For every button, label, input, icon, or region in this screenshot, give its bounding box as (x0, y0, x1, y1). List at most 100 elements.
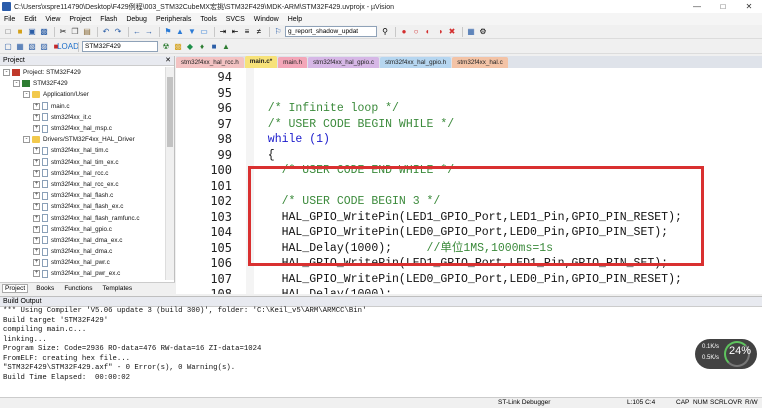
tree-item[interactable]: + stm32f4xx_hal_dma_ex.c (0, 235, 165, 246)
close-icon[interactable]: ✕ (736, 0, 762, 13)
tab-functions[interactable]: Functions (62, 285, 94, 292)
rebuild-icon[interactable]: ▧ (27, 42, 37, 52)
copy-icon[interactable]: ❐ (70, 27, 80, 37)
tree-item[interactable]: + stm32f4xx_hal_flash_ex.c (0, 201, 165, 212)
paste-icon[interactable]: ▤ (82, 27, 92, 37)
clear-breakpoints-icon[interactable]: ◐ (423, 27, 433, 37)
tree-item[interactable]: - STM32F429 (0, 78, 165, 89)
tree-item[interactable]: + stm32f4xx_it.c (0, 112, 165, 123)
bookmark-icon[interactable]: ⚑ (163, 27, 173, 37)
tree-item[interactable]: + stm32f4xx_hal_tim_ex.c (0, 157, 165, 168)
tree-item[interactable]: + stm32f4xx_hal_msp.c (0, 123, 165, 134)
clear-bookmarks-icon[interactable]: ▭ (199, 27, 209, 37)
expand-icon[interactable]: + (33, 203, 40, 211)
find-icon[interactable]: ⚲ (380, 27, 390, 37)
tab-project[interactable]: Project (2, 284, 29, 293)
find-in-files-icon[interactable]: ⚐ (273, 27, 283, 37)
menu-flash[interactable]: Flash (100, 16, 117, 23)
menu-help[interactable]: Help (288, 16, 302, 23)
target-select[interactable]: STM32F429 (82, 41, 158, 52)
undo-icon[interactable]: ↶ (101, 27, 111, 37)
save-all-icon[interactable]: ▩ (39, 27, 49, 37)
redo-icon[interactable]: ↷ (113, 27, 123, 37)
download-icon[interactable]: LOAD (57, 42, 79, 52)
tree-item[interactable]: - Project: STM32F429 (0, 67, 165, 78)
code-editor[interactable]: 94 95 96 /* Infinite loop */97 /* USER COD… (176, 68, 762, 294)
editor-tab[interactable]: main.h (278, 57, 308, 68)
tree-item[interactable]: + stm32f4xx_hal_flash.c (0, 190, 165, 201)
panel-close-icon[interactable]: ✕ (165, 56, 171, 66)
configure-icon[interactable]: ⚙ (478, 27, 488, 37)
nav-back-icon[interactable]: ← (132, 27, 142, 37)
menu-window[interactable]: Window (254, 16, 279, 23)
expand-icon[interactable]: + (33, 169, 40, 177)
collapse-icon[interactable]: - (3, 69, 10, 77)
menu-debug[interactable]: Debug (126, 16, 147, 23)
comment-icon[interactable]: ≡ (242, 27, 252, 37)
menu-edit[interactable]: Edit (24, 16, 36, 23)
editor-tab[interactable]: stm32f4xx_hal_gpio.c (308, 57, 379, 68)
tree-item[interactable]: + stm32f4xx_hal_dma.c (0, 246, 165, 257)
editor-tab[interactable]: stm32f4xx_hal_rcc.h (176, 57, 244, 68)
expand-icon[interactable]: + (33, 225, 40, 233)
maximize-icon[interactable]: □ (710, 0, 736, 13)
expand-icon[interactable]: + (33, 180, 40, 188)
tree-item[interactable]: + stm32f4xx_hal_tim.c (0, 145, 165, 156)
nav-forward-icon[interactable]: → (144, 27, 154, 37)
window-layout-icon[interactable]: ▦ (466, 27, 476, 37)
expand-icon[interactable]: + (33, 259, 40, 267)
pack-installer-icon[interactable]: ■ (209, 42, 219, 52)
tree-item[interactable]: - Application/User (0, 89, 165, 100)
expand-icon[interactable]: + (33, 214, 40, 222)
menu-tools[interactable]: Tools (200, 16, 216, 23)
menu-view[interactable]: View (45, 16, 60, 23)
build-icon[interactable]: ▦ (15, 42, 25, 52)
tree-item[interactable]: + stm32f4xx_hal_rcc.c (0, 168, 165, 179)
editor-tab[interactable]: stm32f4xx_hal.c (452, 57, 508, 68)
expand-icon[interactable]: + (33, 270, 40, 278)
tree-item[interactable]: + stm32f4xx_hal_rcc_ex.c (0, 179, 165, 190)
select-packs-icon[interactable]: ♦ (197, 42, 207, 52)
expand-icon[interactable]: + (33, 158, 40, 166)
uncomment-icon[interactable]: ≠ (254, 27, 264, 37)
collapse-icon[interactable]: - (23, 136, 30, 144)
tree-item[interactable]: + stm32f4xx_hal_flash_ramfunc.c (0, 212, 165, 223)
collapse-icon[interactable]: - (13, 80, 20, 88)
search-combo[interactable]: g_report_shadow_updat (285, 26, 377, 37)
next-bookmark-icon[interactable]: ▼ (187, 27, 197, 37)
expand-icon[interactable]: + (33, 236, 40, 244)
tab-books[interactable]: Books (34, 285, 56, 292)
expand-icon[interactable]: + (33, 113, 40, 121)
run-time-env-icon[interactable]: ▲ (221, 42, 231, 52)
tree-item[interactable]: + main.c (0, 101, 165, 112)
unindent-icon[interactable]: ⇤ (230, 27, 240, 37)
expand-icon[interactable]: + (33, 102, 40, 110)
tree-item[interactable]: + stm32f4xx_hal_gpio.c (0, 224, 165, 235)
manage-components-icon[interactable]: ◆ (185, 42, 195, 52)
expand-icon[interactable]: + (33, 192, 40, 200)
open-folder-icon[interactable]: ■ (15, 27, 25, 37)
new-file-icon[interactable]: □ (3, 27, 13, 37)
file-extensions-icon[interactable]: ▩ (173, 42, 183, 52)
prev-bookmark-icon[interactable]: ▲ (175, 27, 185, 37)
expand-icon[interactable]: + (33, 147, 40, 155)
menu-svcs[interactable]: SVCS (226, 16, 245, 23)
tree-item[interactable]: - Drivers/STM32F4xx_HAL_Driver (0, 134, 165, 145)
debug-start-icon[interactable]: ● (399, 27, 409, 37)
tree-item[interactable]: + stm32f4xx_hal_pwr.c (0, 257, 165, 268)
translate-icon[interactable]: ▢ (3, 42, 13, 52)
save-icon[interactable]: ▣ (27, 27, 37, 37)
tree-item[interactable]: + stm32f4xx_hal_pwr_ex.c (0, 268, 165, 279)
target-options-icon[interactable]: ☢ (161, 42, 171, 52)
batch-build-icon[interactable]: ▨ (39, 42, 49, 52)
editor-tab[interactable]: main.c* (244, 56, 278, 68)
disable-breakpoints-icon[interactable]: ◑ (435, 27, 445, 37)
editor-tab[interactable]: stm32f4xx_hal_gpio.h (379, 57, 452, 68)
tab-templates[interactable]: Templates (101, 285, 135, 292)
project-tree-scrollbar[interactable] (165, 67, 174, 280)
collapse-icon[interactable]: - (23, 91, 30, 99)
menu-file[interactable]: File (4, 16, 15, 23)
indent-icon[interactable]: ⇥ (218, 27, 228, 37)
kill-breakpoints-icon[interactable]: ✖ (447, 27, 457, 37)
expand-icon[interactable]: + (33, 248, 40, 256)
